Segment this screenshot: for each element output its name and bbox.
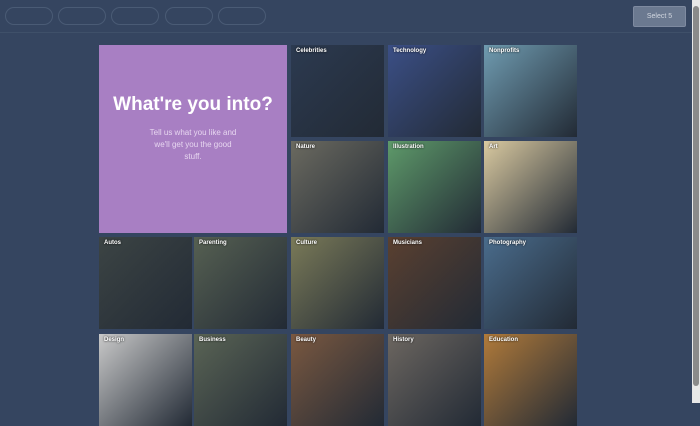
tile-label: Culture bbox=[296, 240, 317, 246]
category-tile-nonprofits[interactable]: Nonprofits bbox=[484, 45, 577, 137]
category-tile-celebrities[interactable]: Celebrities bbox=[291, 45, 384, 137]
tile-label: Technology bbox=[393, 48, 427, 54]
tile-label: Musicians bbox=[393, 240, 423, 246]
category-tile-autos[interactable]: Autos bbox=[99, 237, 192, 329]
tile-label: Photography bbox=[489, 240, 526, 246]
tile-label: Design bbox=[104, 337, 125, 343]
tile-label: Illustration bbox=[393, 144, 424, 150]
tile-label: Autos bbox=[104, 240, 121, 246]
filter-pill[interactable] bbox=[58, 7, 106, 25]
tile-label: Celebrities bbox=[296, 48, 327, 54]
category-tile-technology[interactable]: Technology bbox=[388, 45, 481, 137]
select-button[interactable]: Select 5 bbox=[633, 6, 686, 27]
category-tile-design[interactable]: Design bbox=[99, 334, 192, 426]
intro-card: What're you into? Tell us what you like … bbox=[99, 45, 287, 233]
filter-pill[interactable] bbox=[111, 7, 159, 25]
category-tile-business[interactable]: Business bbox=[194, 334, 287, 426]
category-tile-photography[interactable]: Photography bbox=[484, 237, 577, 329]
scrollbar-thumb[interactable] bbox=[693, 6, 699, 386]
filter-pill[interactable] bbox=[218, 7, 266, 25]
category-tile-education[interactable]: Education bbox=[484, 334, 577, 426]
category-tile-beauty[interactable]: Beauty bbox=[291, 334, 384, 426]
tile-label: Business bbox=[199, 337, 226, 343]
filter-pill[interactable] bbox=[165, 7, 213, 25]
scrollbar[interactable] bbox=[692, 0, 700, 403]
tile-label: Nonprofits bbox=[489, 48, 520, 54]
category-tile-musicians[interactable]: Musicians bbox=[388, 237, 481, 329]
tile-label: History bbox=[393, 337, 414, 343]
category-tile-parenting[interactable]: Parenting bbox=[194, 237, 287, 329]
category-tile-art[interactable]: Art bbox=[484, 141, 577, 233]
tile-label: Education bbox=[489, 337, 519, 343]
top-bar: Select 5 bbox=[0, 0, 700, 33]
category-tile-culture[interactable]: Culture bbox=[291, 237, 384, 329]
intro-title: What're you into? bbox=[113, 94, 273, 115]
filter-pill[interactable] bbox=[5, 7, 53, 25]
category-tile-nature[interactable]: Nature bbox=[291, 141, 384, 233]
intro-subtitle: Tell us what you like and we'll get you … bbox=[149, 128, 237, 161]
tile-label: Beauty bbox=[296, 337, 317, 343]
tile-label: Nature bbox=[296, 144, 316, 150]
tile-label: Art bbox=[489, 144, 498, 150]
tile-label: Parenting bbox=[199, 240, 227, 246]
category-tile-illustration[interactable]: Illustration bbox=[388, 141, 481, 233]
category-tile-history[interactable]: History bbox=[388, 334, 481, 426]
